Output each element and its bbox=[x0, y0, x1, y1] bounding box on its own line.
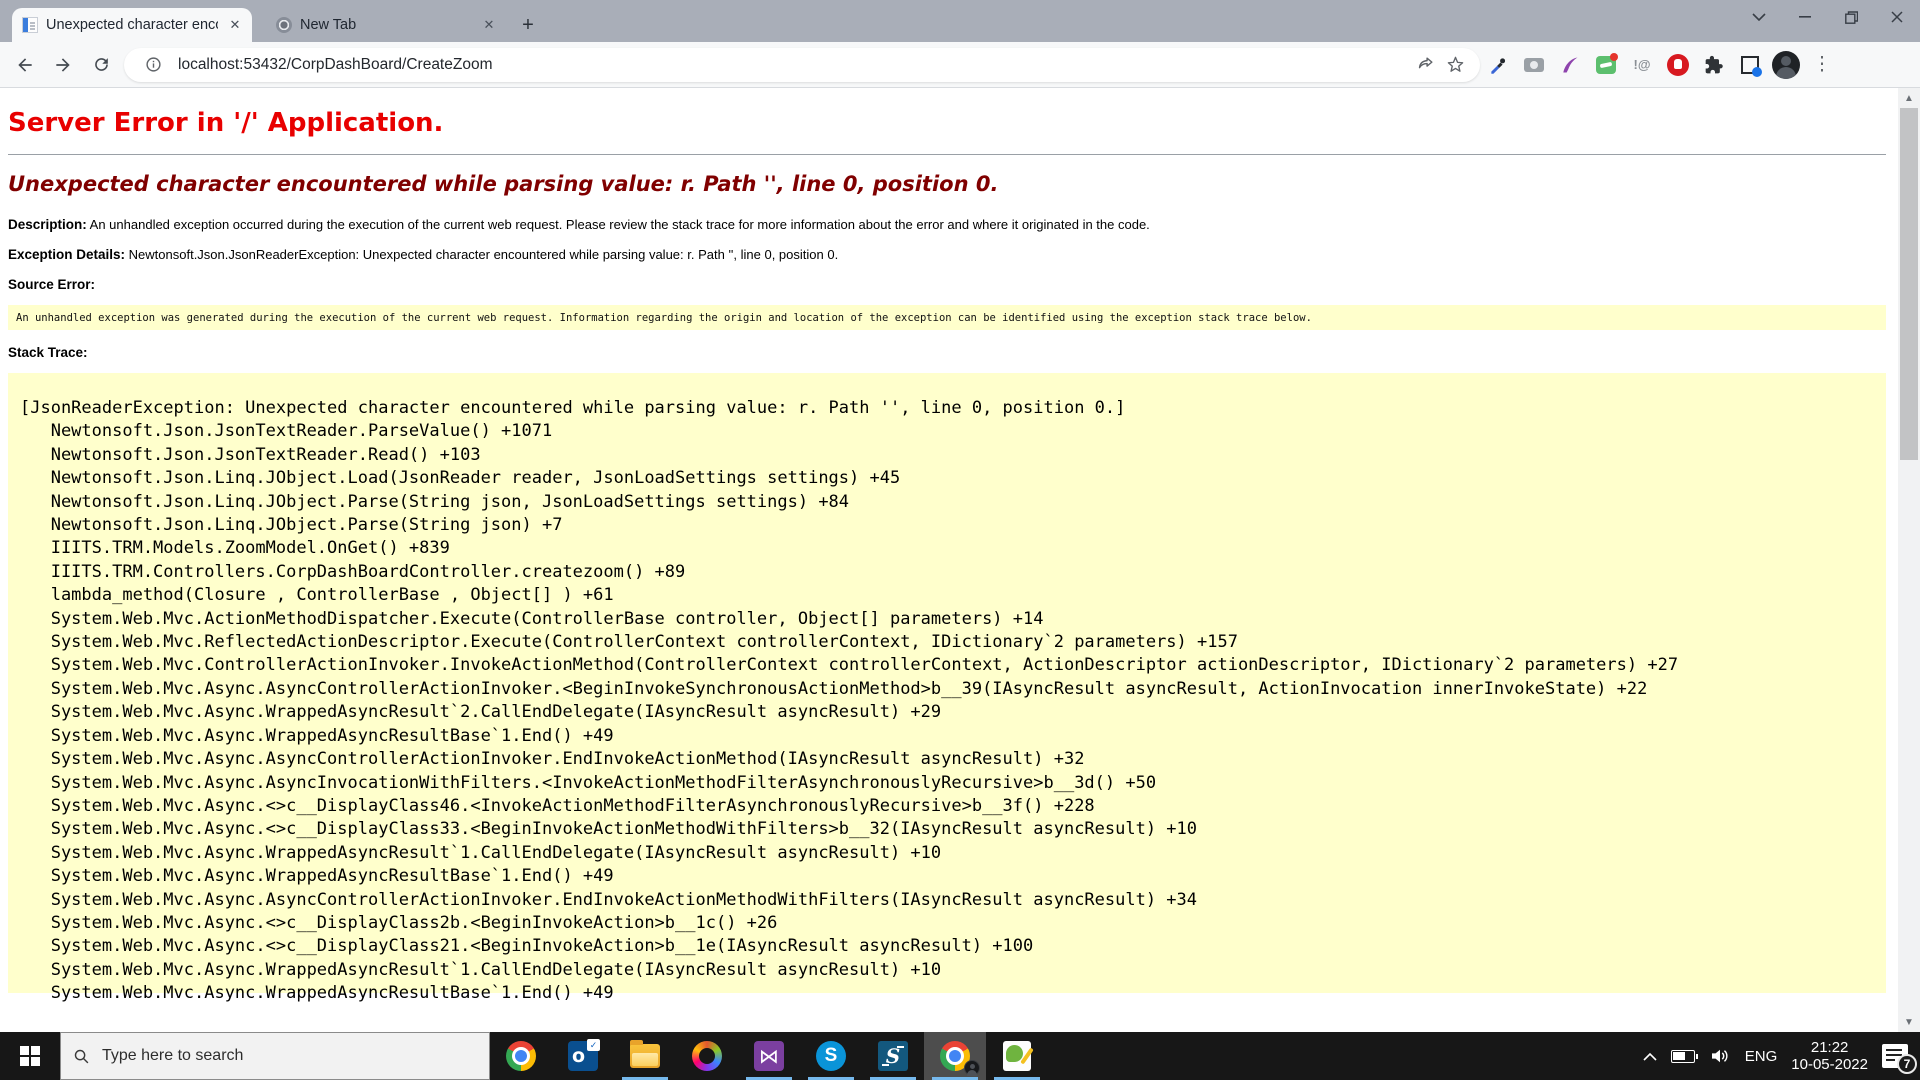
page-scrollbar[interactable]: ▲ ▼ bbox=[1898, 88, 1920, 1032]
browser-tab-error-page[interactable]: Unexpected character encounter ✕ bbox=[12, 8, 252, 42]
language-indicator[interactable]: ENG bbox=[1745, 1048, 1778, 1065]
chrome-icon bbox=[506, 1041, 536, 1071]
start-button[interactable] bbox=[0, 1032, 60, 1080]
chrome-gray-favicon-icon bbox=[276, 17, 292, 33]
navicat-icon bbox=[692, 1041, 722, 1071]
shortcut-extension-icon[interactable]: !@ bbox=[1624, 47, 1660, 83]
puzzle-extensions-icon[interactable] bbox=[1696, 47, 1732, 83]
window-close-button[interactable] bbox=[1874, 0, 1920, 34]
new-tab-button[interactable]: + bbox=[514, 11, 542, 39]
taskbar-app-navicat[interactable] bbox=[676, 1032, 738, 1080]
menu-kebab-icon[interactable]: ⋮ bbox=[1804, 47, 1840, 83]
system-tray: ENG 21:22 10-05-2022 7 bbox=[1643, 1032, 1920, 1080]
taskbar-app-chrome-active[interactable] bbox=[924, 1032, 986, 1080]
tab-title: Unexpected character encounter bbox=[46, 17, 218, 33]
scrollbar-thumb[interactable] bbox=[1900, 108, 1918, 460]
skype-icon: S bbox=[816, 1041, 846, 1071]
windows-logo-icon bbox=[20, 1046, 40, 1066]
window-restore-button[interactable] bbox=[1828, 0, 1874, 34]
battery-icon[interactable] bbox=[1670, 1049, 1698, 1063]
share-icon[interactable] bbox=[1410, 50, 1440, 80]
page-title: Server Error in '/' Application. bbox=[8, 108, 444, 138]
file-explorer-icon bbox=[630, 1040, 660, 1068]
taskbar-search-box[interactable] bbox=[60, 1032, 490, 1080]
description-label: Description: bbox=[8, 217, 87, 232]
quill-extension-icon[interactable] bbox=[1552, 47, 1588, 83]
tab-search-chevron-icon[interactable] bbox=[1736, 0, 1782, 34]
taskbar-app-visual-studio[interactable]: ⋈ bbox=[738, 1032, 800, 1080]
url-text[interactable]: localhost:53432/CorpDashBoard/CreateZoom bbox=[178, 56, 1410, 74]
taskbar-app-outlook[interactable]: o bbox=[552, 1032, 614, 1080]
page-info-icon[interactable] bbox=[138, 50, 168, 80]
window-minimize-button[interactable] bbox=[1782, 0, 1828, 34]
ssms-icon: S bbox=[878, 1041, 908, 1071]
divider bbox=[8, 154, 1886, 155]
exception-details-text: Newtonsoft.Json.JsonReaderException: Une… bbox=[128, 247, 839, 262]
exception-details-line: Exception Details: Newtonsoft.Json.JsonR… bbox=[8, 247, 1886, 262]
outlook-icon: o bbox=[568, 1039, 600, 1071]
tab-title: New Tab bbox=[300, 17, 357, 33]
stack-trace-label: Stack Trace: bbox=[8, 345, 88, 360]
source-error-label: Source Error: bbox=[8, 277, 96, 292]
profile-avatar[interactable] bbox=[1768, 47, 1804, 83]
taskbar-app-skype[interactable]: S bbox=[800, 1032, 862, 1080]
search-icon bbox=[74, 1049, 89, 1063]
taskbar-app-notepadpp[interactable] bbox=[986, 1032, 1048, 1080]
date-text: 10-05-2022 bbox=[1791, 1056, 1868, 1073]
back-icon[interactable] bbox=[6, 46, 44, 84]
taskbar-clock[interactable]: 21:22 10-05-2022 bbox=[1791, 1039, 1868, 1073]
scrollbar-up-arrow-icon[interactable]: ▲ bbox=[1898, 88, 1920, 108]
notification-center-icon[interactable]: 7 bbox=[1882, 1044, 1917, 1074]
taskbar-app-chrome[interactable] bbox=[490, 1032, 552, 1080]
forward-icon[interactable] bbox=[44, 46, 82, 84]
taskbar-app-ssms[interactable]: S bbox=[862, 1032, 924, 1080]
error-message-heading: Unexpected character encountered while p… bbox=[8, 172, 999, 196]
volume-icon[interactable] bbox=[1709, 1048, 1731, 1064]
tab-close-icon[interactable]: ✕ bbox=[480, 16, 498, 34]
web-page-content: Server Error in '/' Application. Unexpec… bbox=[0, 88, 1920, 1032]
time-text: 21:22 bbox=[1810, 1039, 1849, 1056]
tray-chevron-up-icon[interactable] bbox=[1643, 1052, 1657, 1061]
window-resizer-extension-icon[interactable] bbox=[1732, 47, 1768, 83]
visual-studio-icon: ⋈ bbox=[754, 1041, 784, 1071]
source-error-box: An unhandled exception was generated dur… bbox=[8, 305, 1886, 330]
profile-overlay-icon bbox=[964, 1060, 980, 1076]
scrollbar-down-arrow-icon[interactable]: ▼ bbox=[1898, 1012, 1920, 1032]
address-bar[interactable]: localhost:53432/CorpDashBoard/CreateZoom bbox=[124, 47, 1480, 82]
notepadpp-icon bbox=[1003, 1041, 1031, 1071]
windows-taskbar: o ⋈ S S ENG 21:22 10-05-2022 7 bbox=[0, 1032, 1920, 1080]
eyedropper-extension-icon[interactable] bbox=[1480, 47, 1516, 83]
description-line: Description: An unhandled exception occu… bbox=[8, 217, 1886, 232]
stack-trace-text: [JsonReaderException: Unexpected charact… bbox=[20, 398, 1679, 1004]
stop-hand-extension-icon[interactable] bbox=[1660, 47, 1696, 83]
browser-tab-new-tab[interactable]: New Tab ✕ bbox=[266, 8, 506, 42]
bookmark-star-icon[interactable] bbox=[1440, 50, 1470, 80]
browser-toolbar: localhost:53432/CorpDashBoard/CreateZoom… bbox=[0, 42, 1920, 88]
mail-extension-icon[interactable] bbox=[1588, 47, 1624, 83]
camera-extension-icon[interactable] bbox=[1516, 47, 1552, 83]
reload-icon[interactable] bbox=[82, 46, 120, 84]
stack-trace-box: [JsonReaderException: Unexpected charact… bbox=[8, 373, 1886, 1003]
exception-details-label: Exception Details: bbox=[8, 247, 126, 262]
tab-close-icon[interactable]: ✕ bbox=[226, 16, 244, 34]
description-text: An unhandled exception occurred during t… bbox=[89, 217, 1150, 232]
notification-badge: 7 bbox=[1897, 1054, 1917, 1074]
browser-tab-strip: Unexpected character encounter ✕ New Tab… bbox=[0, 0, 1920, 42]
taskbar-app-file-explorer[interactable] bbox=[614, 1032, 676, 1080]
search-input[interactable] bbox=[100, 1046, 440, 1066]
document-favicon-icon bbox=[22, 17, 38, 33]
